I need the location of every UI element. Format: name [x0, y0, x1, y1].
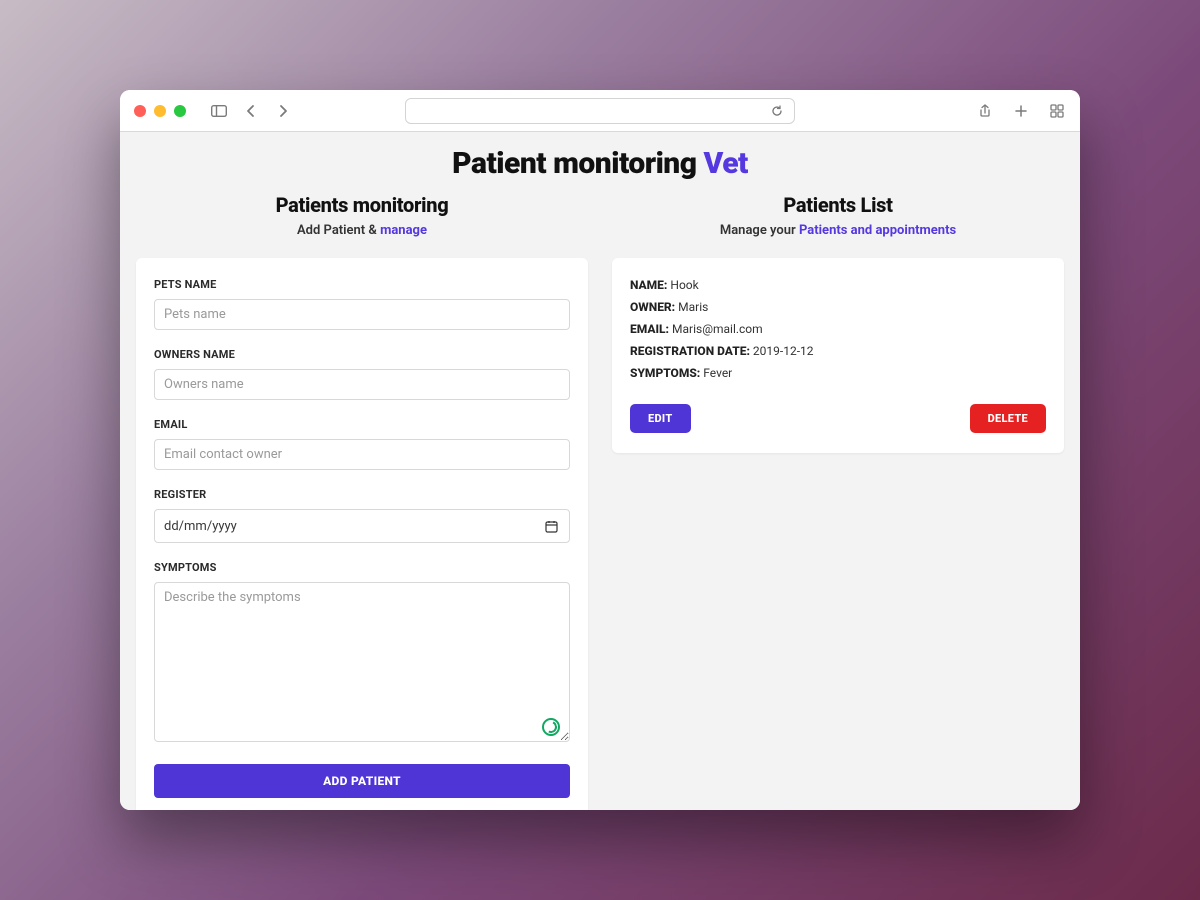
edit-button[interactable]: EDIT [630, 404, 691, 433]
list-subheading: Manage your Patients and appointments [612, 223, 1064, 238]
back-icon[interactable] [242, 102, 260, 120]
add-patient-button[interactable]: ADD PATIENT [154, 764, 570, 798]
patient-name-row: NAME: Hook [630, 278, 1046, 292]
patient-owner-row: OWNER: Maris [630, 300, 1046, 314]
reload-icon[interactable] [768, 102, 786, 120]
list-column: Patients List Manage your Patients and a… [612, 193, 1064, 810]
email-label: EMAIL [154, 418, 570, 431]
form-heading: Patients monitoring [136, 193, 588, 217]
form-column: Patients monitoring Add Patient & manage… [136, 193, 588, 810]
symptoms-label: SYMPTOMS [154, 561, 570, 574]
window-titlebar [120, 90, 1080, 132]
maximize-window-button[interactable] [174, 105, 186, 117]
close-window-button[interactable] [134, 105, 146, 117]
forward-icon[interactable] [274, 102, 292, 120]
pet-name-input[interactable] [154, 299, 570, 330]
new-tab-icon[interactable] [1012, 102, 1030, 120]
delete-button[interactable]: DELETE [970, 404, 1046, 433]
tabs-grid-icon[interactable] [1048, 102, 1066, 120]
browser-window: Patient monitoring Vet Patients monitori… [120, 90, 1080, 810]
form-card: PETS NAME OWNERS NAME EMAIL REGISTER [136, 258, 588, 810]
sidebar-toggle-icon[interactable] [210, 102, 228, 120]
patient-regdate-row: REGISTRATION DATE: 2019-12-12 [630, 344, 1046, 358]
register-date-placeholder: dd/mm/yyyy [164, 519, 237, 534]
minimize-window-button[interactable] [154, 105, 166, 117]
grammarly-icon[interactable] [542, 718, 560, 736]
window-controls [134, 105, 186, 117]
patient-email-row: EMAIL: Maris@mail.com [630, 322, 1046, 336]
register-label: REGISTER [154, 488, 570, 501]
list-heading: Patients List [612, 193, 1064, 217]
email-input[interactable] [154, 439, 570, 470]
owner-name-label: OWNERS NAME [154, 348, 570, 361]
url-bar[interactable] [405, 98, 795, 124]
symptoms-textarea[interactable] [154, 582, 570, 742]
page-title-accent: Vet [704, 146, 748, 181]
register-date-input[interactable]: dd/mm/yyyy [154, 509, 570, 543]
page-content: Patient monitoring Vet Patients monitori… [120, 132, 1080, 810]
page-title-main: Patient monitoring [452, 146, 696, 181]
patient-card: NAME: Hook OWNER: Maris EMAIL: Maris@mai… [612, 258, 1064, 453]
form-subheading: Add Patient & manage [136, 223, 588, 238]
calendar-icon[interactable] [542, 517, 560, 535]
pet-name-label: PETS NAME [154, 278, 570, 291]
share-icon[interactable] [976, 102, 994, 120]
patient-symptoms-row: SYMPTOMS: Fever [630, 366, 1046, 380]
owner-name-input[interactable] [154, 369, 570, 400]
page-title: Patient monitoring Vet [136, 146, 1064, 181]
